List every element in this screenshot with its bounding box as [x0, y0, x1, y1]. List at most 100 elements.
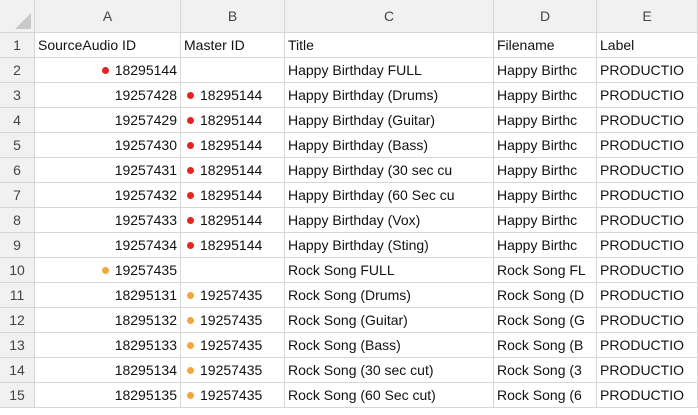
cell-d[interactable]: Rock Song (3	[494, 358, 597, 383]
cell-a[interactable]: 19257429	[35, 108, 181, 133]
column-header-d[interactable]: D	[494, 0, 597, 33]
cell-b[interactable]: 18295144	[181, 183, 285, 208]
cell-c[interactable]: Happy Birthday (Vox)	[285, 208, 494, 233]
row-header[interactable]: 8	[0, 208, 35, 233]
cell-a[interactable]: 19257431	[35, 158, 181, 183]
cell-e[interactable]: PRODUCTIO	[597, 58, 698, 83]
status-dot-icon	[187, 142, 194, 149]
cell-e[interactable]: PRODUCTIO	[597, 283, 698, 308]
cell-a[interactable]: 18295132	[35, 308, 181, 333]
row-header[interactable]: 6	[0, 158, 35, 183]
cell-b[interactable]	[181, 258, 285, 283]
cell-c[interactable]: Rock Song FULL	[285, 258, 494, 283]
cell-b[interactable]: 18295144	[181, 233, 285, 258]
cell-a[interactable]: 19257433	[35, 208, 181, 233]
column-header-b[interactable]: B	[181, 0, 285, 33]
row-header[interactable]: 2	[0, 58, 35, 83]
cell-d[interactable]: Happy Birthc	[494, 208, 597, 233]
cell-e[interactable]: PRODUCTIO	[597, 308, 698, 333]
cell-b[interactable]: Master ID	[181, 33, 285, 58]
row-header[interactable]: 4	[0, 108, 35, 133]
cell-e[interactable]: PRODUCTIO	[597, 83, 698, 108]
cell-a[interactable]: 18295144	[35, 58, 181, 83]
cell-e[interactable]: PRODUCTIO	[597, 208, 698, 233]
column-header-a[interactable]: A	[35, 0, 181, 33]
cell-b[interactable]: 18295144	[181, 108, 285, 133]
cell-c[interactable]: Happy Birthday (30 sec cu	[285, 158, 494, 183]
cell-a[interactable]: 18295133	[35, 333, 181, 358]
cell-d[interactable]: Happy Birthc	[494, 233, 597, 258]
cell-a[interactable]: 19257432	[35, 183, 181, 208]
cell-e[interactable]: PRODUCTIO	[597, 358, 698, 383]
cell-a[interactable]: 19257435	[35, 258, 181, 283]
row-header[interactable]: 14	[0, 358, 35, 383]
cell-a[interactable]: 19257428	[35, 83, 181, 108]
cell-e[interactable]: PRODUCTIO	[597, 158, 698, 183]
cell-a[interactable]: SourceAudio ID	[35, 33, 181, 58]
cell-d[interactable]: Happy Birthc	[494, 83, 597, 108]
cell-c[interactable]: Happy Birthday (Bass)	[285, 133, 494, 158]
cell-d[interactable]: Happy Birthc	[494, 108, 597, 133]
cell-d[interactable]: Filename	[494, 33, 597, 58]
cell-a[interactable]: 19257434	[35, 233, 181, 258]
cell-c[interactable]: Rock Song (Bass)	[285, 333, 494, 358]
cell-e[interactable]: PRODUCTIO	[597, 258, 698, 283]
cell-b[interactable]: 18295144	[181, 83, 285, 108]
cell-e-text: PRODUCTIO	[600, 287, 684, 303]
row-header[interactable]: 7	[0, 183, 35, 208]
cell-b[interactable]: 19257435	[181, 308, 285, 333]
cell-b[interactable]: 19257435	[181, 283, 285, 308]
row-header[interactable]: 11	[0, 283, 35, 308]
select-all-corner[interactable]	[0, 0, 35, 33]
cell-d[interactable]: Happy Birthc	[494, 133, 597, 158]
cell-c[interactable]: Happy Birthday (60 Sec cu	[285, 183, 494, 208]
row-header[interactable]: 1	[0, 33, 35, 58]
cell-a[interactable]: 18295134	[35, 358, 181, 383]
cell-c[interactable]: Rock Song (30 sec cut)	[285, 358, 494, 383]
cell-a[interactable]: 19257430	[35, 133, 181, 158]
cell-d[interactable]: Happy Birthc	[494, 183, 597, 208]
cell-c[interactable]: Happy Birthday (Drums)	[285, 83, 494, 108]
cell-b[interactable]: 19257435	[181, 333, 285, 358]
column-header-c[interactable]: C	[285, 0, 494, 33]
row-header[interactable]: 15	[0, 383, 35, 408]
cell-c[interactable]: Rock Song (Drums)	[285, 283, 494, 308]
cell-c[interactable]: Happy Birthday FULL	[285, 58, 494, 83]
cell-a-text: 19257434	[114, 237, 177, 253]
cell-d[interactable]: Rock Song (G	[494, 308, 597, 333]
cell-d[interactable]: Rock Song (D	[494, 283, 597, 308]
cell-c[interactable]: Happy Birthday (Sting)	[285, 233, 494, 258]
row-header[interactable]: 13	[0, 333, 35, 358]
cell-d[interactable]: Happy Birthc	[494, 58, 597, 83]
row-header[interactable]: 9	[0, 233, 35, 258]
cell-b[interactable]: 18295144	[181, 208, 285, 233]
row-header[interactable]: 5	[0, 133, 35, 158]
cell-b[interactable]: 19257435	[181, 383, 285, 408]
cell-e[interactable]: PRODUCTIO	[597, 133, 698, 158]
cell-e[interactable]: PRODUCTIO	[597, 108, 698, 133]
cell-a[interactable]: 18295131	[35, 283, 181, 308]
cell-e[interactable]: Label	[597, 33, 698, 58]
cell-b[interactable]: 19257435	[181, 358, 285, 383]
cell-d[interactable]: Rock Song (B	[494, 333, 597, 358]
cell-e[interactable]: PRODUCTIO	[597, 333, 698, 358]
column-header-e[interactable]: E	[597, 0, 698, 33]
row-header[interactable]: 10	[0, 258, 35, 283]
cell-b[interactable]	[181, 58, 285, 83]
cell-c[interactable]: Happy Birthday (Guitar)	[285, 108, 494, 133]
cell-e[interactable]: PRODUCTIO	[597, 233, 698, 258]
cell-a[interactable]: 18295135	[35, 383, 181, 408]
row-header-text: 3	[13, 87, 21, 103]
cell-e[interactable]: PRODUCTIO	[597, 383, 698, 408]
row-header[interactable]: 12	[0, 308, 35, 333]
cell-d[interactable]: Rock Song FL	[494, 258, 597, 283]
cell-c[interactable]: Rock Song (Guitar)	[285, 308, 494, 333]
cell-d[interactable]: Rock Song (6	[494, 383, 597, 408]
cell-e[interactable]: PRODUCTIO	[597, 183, 698, 208]
cell-c[interactable]: Title	[285, 33, 494, 58]
cell-c[interactable]: Rock Song (60 Sec cut)	[285, 383, 494, 408]
row-header[interactable]: 3	[0, 83, 35, 108]
cell-d[interactable]: Happy Birthc	[494, 158, 597, 183]
cell-b[interactable]: 18295144	[181, 133, 285, 158]
cell-b[interactable]: 18295144	[181, 158, 285, 183]
